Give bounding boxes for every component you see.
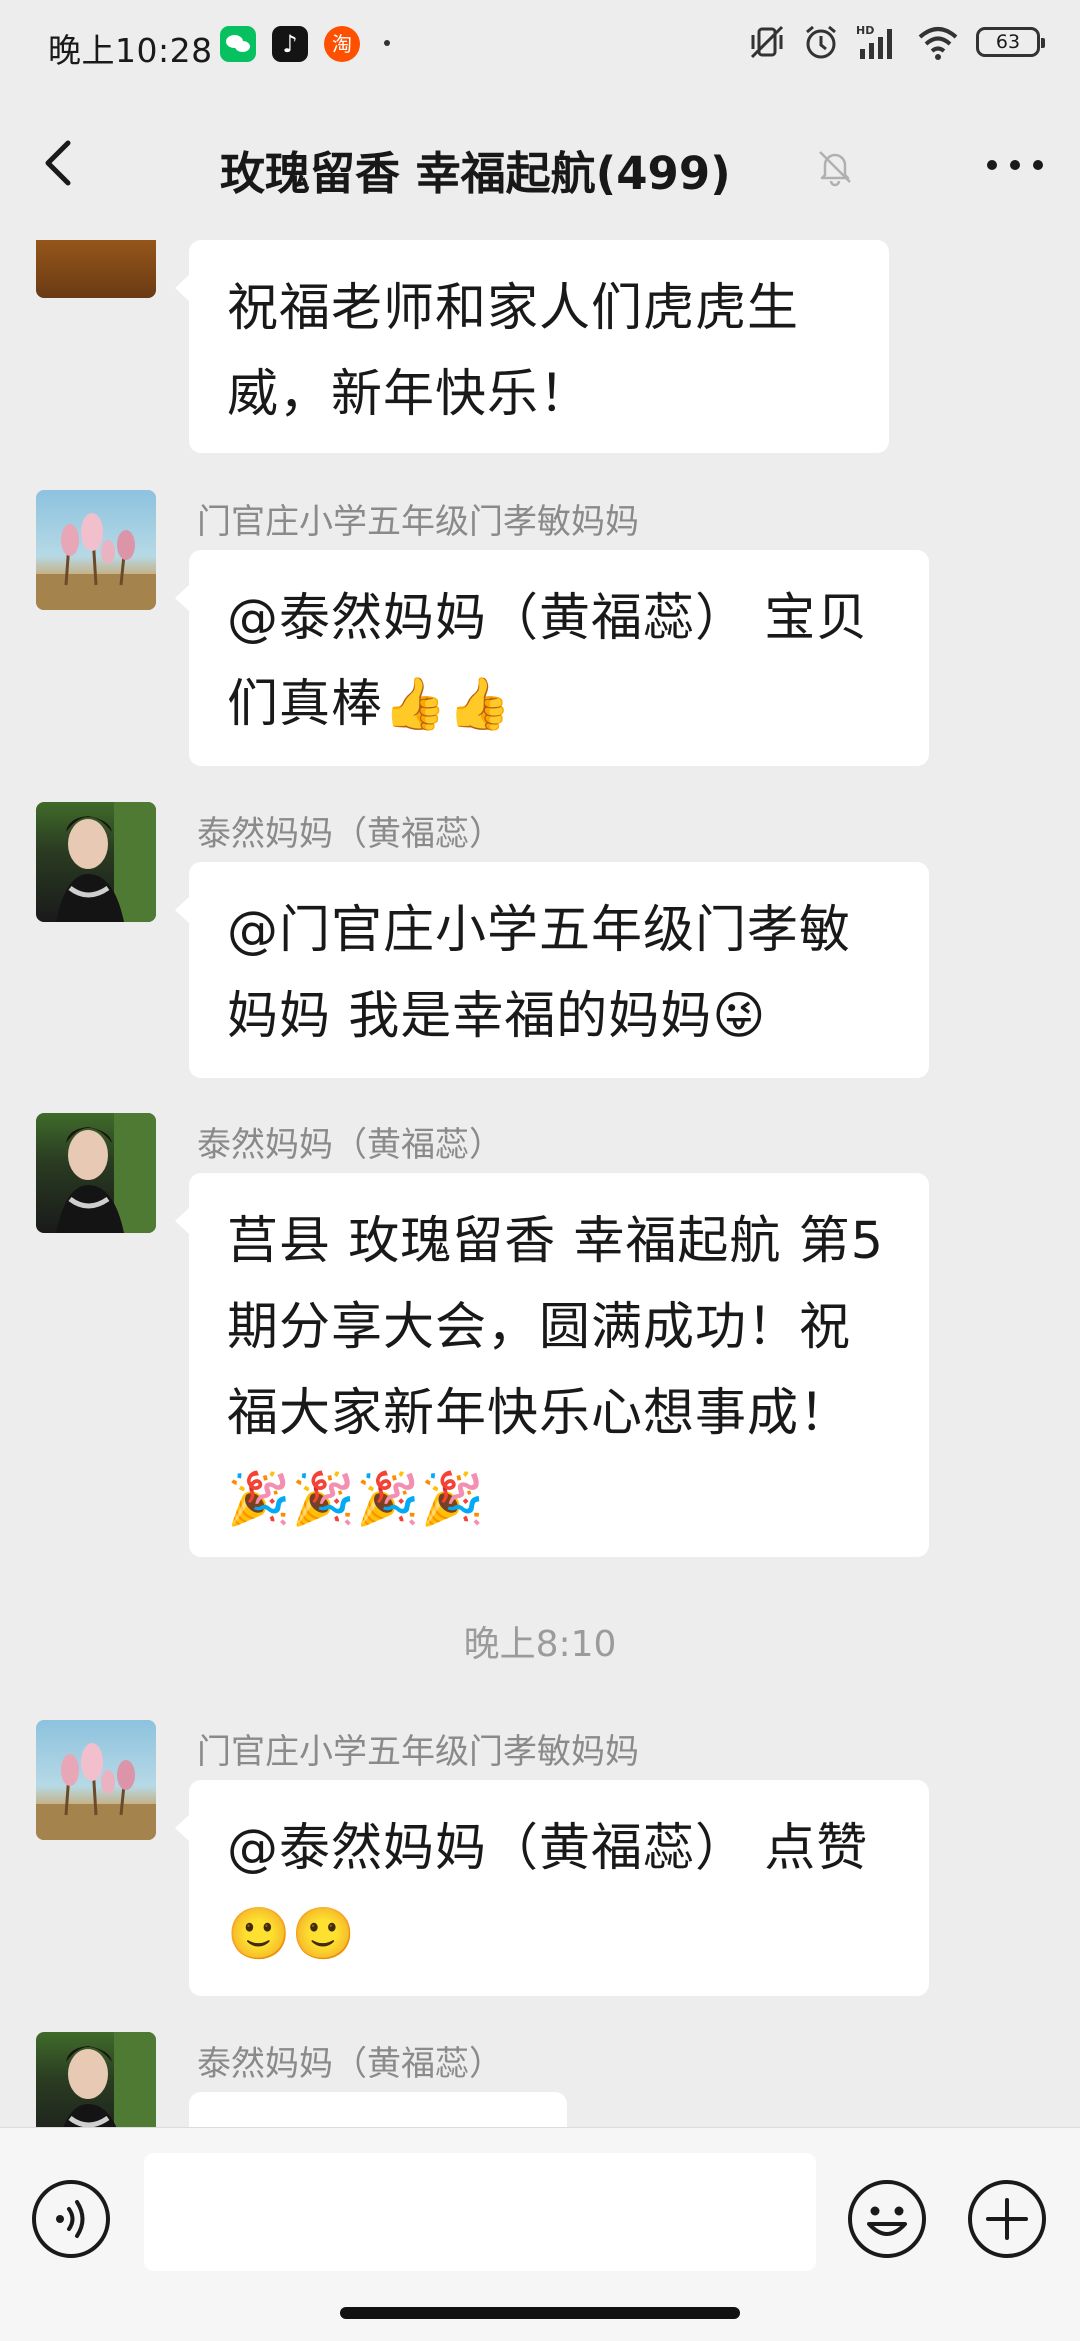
chat-messages[interactable]: 祝福老师和家人们虎虎生威，新年快乐！ 门官庄小学五年级门孝敏妈妈 @泰然妈妈（黄…: [0, 240, 1080, 2127]
woman-photo: [56, 1113, 156, 1233]
avatar[interactable]: [36, 1720, 156, 1840]
sender-name: 门官庄小学五年级门孝敏妈妈: [197, 1732, 639, 1772]
message-bubble[interactable]: @泰然妈妈（黄福蕊） 点赞🙂🙂: [175, 1780, 929, 1996]
more-notifications-dot: [384, 40, 390, 46]
taobao-notification-icon: 淘: [324, 26, 360, 62]
sender-name: 泰然妈妈（黄福蕊）: [197, 2044, 503, 2084]
message-bubble[interactable]: [175, 2092, 567, 2127]
avatar[interactable]: [36, 1113, 156, 1233]
more-dots-icon[interactable]: [980, 145, 1050, 185]
time-divider: 晚上8:10: [463, 1624, 617, 1665]
chat-header: 玫瑰留香 幸福起航(499): [0, 95, 1080, 240]
voice-input-icon[interactable]: [30, 2178, 112, 2260]
magnolia-photo: [36, 513, 156, 610]
woman-photo: [56, 802, 156, 922]
sender-name: 泰然妈妈（黄福蕊）: [197, 814, 503, 854]
status-bar: 晚上10:28 ♪ 淘 HD 63: [0, 0, 1080, 95]
wifi-icon: [918, 27, 958, 60]
hd-signal-icon: HD: [856, 24, 892, 59]
avatar[interactable]: [36, 802, 156, 922]
plus-icon[interactable]: [966, 2178, 1048, 2260]
sender-name: 泰然妈妈（黄福蕊）: [197, 1125, 503, 1165]
back-chevron-icon[interactable]: [30, 133, 90, 193]
magnolia-photo: [36, 1743, 156, 1840]
svg-text:HD: HD: [856, 24, 874, 37]
message-input[interactable]: [144, 2153, 816, 2271]
avatar[interactable]: [36, 240, 156, 298]
bell-off-icon: [819, 151, 851, 187]
sender-name: 门官庄小学五年级门孝敏妈妈: [197, 502, 639, 542]
avatar[interactable]: [36, 2032, 156, 2127]
battery-indicator: 63: [976, 27, 1045, 57]
home-indicator[interactable]: [340, 2307, 740, 2319]
tiktok-notification-icon: ♪: [272, 26, 308, 62]
alarm-icon: [806, 25, 836, 59]
wechat-notification-icon: [220, 26, 256, 62]
emoji-icon[interactable]: [846, 2178, 928, 2260]
chat-title[interactable]: 玫瑰留香 幸福起航(499): [220, 137, 731, 202]
woman-photo: [63, 2032, 156, 2127]
message-bubble[interactable]: 莒县 玫瑰留香 幸福起航 第5 期分享大会，圆满成功！祝福大家新年快乐心想事成！…: [175, 1173, 929, 1557]
message-bubble[interactable]: @泰然妈妈（黄福蕊） 宝贝们真棒👍👍: [175, 550, 929, 766]
message-bubble[interactable]: @门官庄小学五年级门孝敏妈妈 我是幸福的妈妈😜: [175, 862, 929, 1078]
status-icons: HD 63: [748, 22, 1045, 62]
vibrate-off-icon: [750, 25, 784, 59]
avatar[interactable]: [36, 490, 156, 610]
message-bubble[interactable]: 祝福老师和家人们虎虎生威，新年快乐！: [175, 240, 889, 453]
status-time: 晚上10:28: [48, 31, 213, 70]
